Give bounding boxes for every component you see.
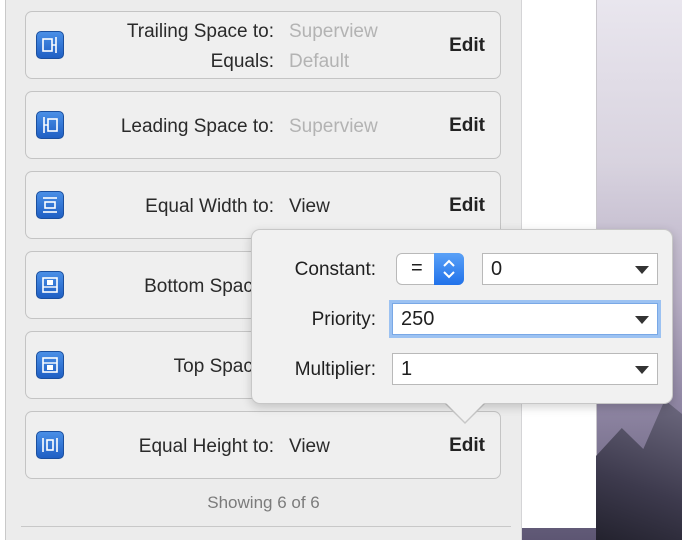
constraint-edit-popover: Constant: = 0 Priority: 250 Multiplier: … [251,229,673,404]
constraint-label: Leading Space to: [120,116,274,137]
constraint-row-trailing-space[interactable]: Trailing Space to: Superview Equals: Def… [25,11,501,79]
bottom-space-icon [36,271,64,299]
equal-width-icon [36,191,64,219]
chevron-down-icon[interactable] [635,366,649,374]
priority-label: Priority: [311,309,376,330]
constraint-label: Trailing Space to: [126,21,274,42]
top-space-icon [36,351,64,379]
chevron-down-icon[interactable] [635,266,649,274]
divider [21,526,511,527]
constraint-value: View [289,196,330,217]
constraint-label: Equal Height to: [138,436,274,457]
popover-arrow [445,402,485,422]
constraint-relation-value: Default [289,51,350,72]
edit-button[interactable]: Edit [449,435,485,457]
edit-button[interactable]: Edit [449,35,485,57]
priority-value: 250 [401,308,435,330]
constraint-value: View [289,436,330,457]
showing-count: Showing 6 of 6 [207,493,320,512]
constraint-relation-label: Equals: [210,51,274,72]
constraint-row-equal-height[interactable]: Equal Height to: View Edit [25,411,501,479]
popup-stepper-icon [434,253,464,285]
multiplier-label: Multiplier: [294,359,376,380]
constant-value: 0 [491,258,503,280]
relation-popup[interactable]: = [396,253,464,285]
leading-space-icon [36,111,64,139]
constraint-value: Superview [289,116,378,137]
chevron-down-icon[interactable] [635,316,649,324]
multiplier-field[interactable]: 1 [392,353,658,385]
constraint-value: Superview [289,21,378,42]
relation-value: = [411,257,423,279]
constraint-row-leading-space[interactable]: Leading Space to: Superview Edit [25,91,501,159]
constraint-label: Equal Width to: [145,196,274,217]
edit-button[interactable]: Edit [449,115,485,137]
constant-field[interactable]: 0 [482,253,658,285]
trailing-space-icon [36,31,64,59]
multiplier-value: 1 [401,358,413,380]
priority-field[interactable]: 250 [392,303,658,335]
edit-button[interactable]: Edit [449,195,485,217]
constant-label: Constant: [294,259,376,280]
equal-height-icon [36,431,64,459]
